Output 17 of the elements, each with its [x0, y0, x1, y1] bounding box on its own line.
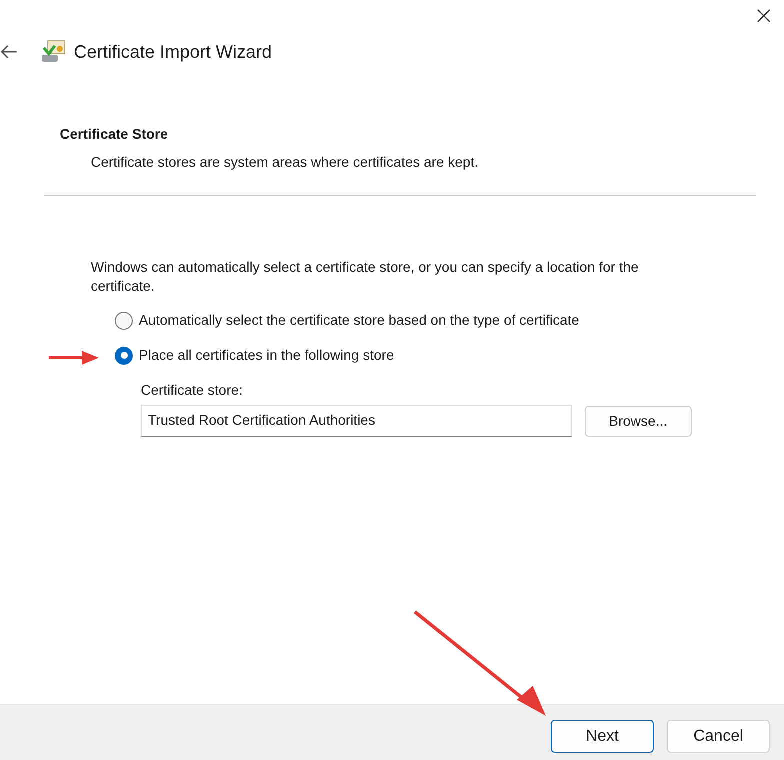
window-title: Certificate Import Wizard — [74, 40, 272, 64]
browse-button[interactable]: Browse... — [584, 406, 692, 436]
back-arrow-icon[interactable] — [0, 45, 18, 59]
section-subtitle: Certificate stores are system areas where certificates are kept. — [91, 153, 480, 172]
close-icon[interactable] — [756, 8, 772, 24]
field-label: Certificate store: — [141, 381, 244, 400]
next-button[interactable]: Next — [551, 720, 654, 753]
certificate-icon — [40, 40, 66, 64]
cancel-button[interactable]: Cancel — [667, 720, 770, 753]
annotation-arrow — [48, 350, 100, 366]
store-field[interactable]: Trusted Root Certification Authorities — [141, 405, 572, 437]
radio-label[interactable]: Automatically select the certificate store based on the type of certificate — [139, 310, 580, 331]
section-title: Certificate Store — [60, 125, 170, 144]
radio-label[interactable]: Place all certificates in the following store — [139, 345, 394, 366]
radio-button[interactable] — [115, 312, 133, 330]
radio-button[interactable] — [115, 346, 133, 364]
intro-text: Windows can automatically select a certificate store, or you can specify a location for the certificate. — [91, 258, 640, 296]
